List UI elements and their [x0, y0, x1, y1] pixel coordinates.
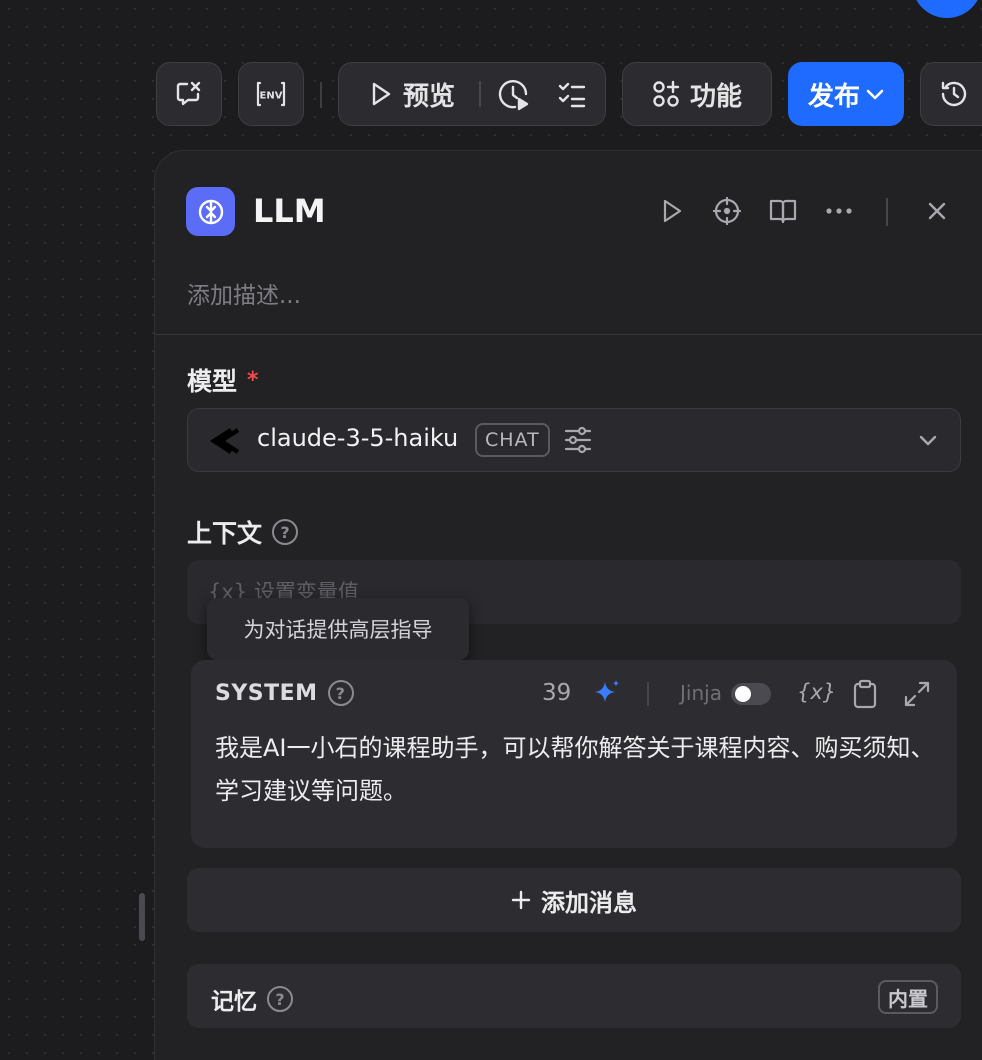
- expand-icon[interactable]: [903, 680, 931, 708]
- preview-group: 预览: [338, 62, 606, 126]
- memory-section[interactable]: [187, 964, 961, 1028]
- publish-button[interactable]: 发布: [788, 62, 904, 126]
- system-divider: [647, 682, 649, 706]
- run-node-button[interactable]: [655, 194, 689, 228]
- context-label-text: 上下文: [187, 519, 263, 548]
- model-settings-icon[interactable]: [563, 426, 593, 454]
- anthropic-logo-icon: [209, 428, 240, 454]
- llm-node-icon: [186, 187, 235, 236]
- features-icon: [653, 80, 680, 107]
- add-message-label: 添加消息: [541, 888, 637, 917]
- node-title[interactable]: LLM: [253, 192, 326, 230]
- environment-variables-button[interactable]: ENV: [238, 62, 304, 126]
- toolbar-divider: [320, 82, 322, 108]
- model-label-text: 模型: [187, 367, 238, 396]
- memory-builtin-badge: 内置: [878, 980, 938, 1014]
- history-icon: [941, 81, 967, 107]
- preview-button[interactable]: 预览: [339, 76, 455, 113]
- system-role-label: SYSTEM ?: [215, 680, 354, 706]
- conversation-variables-button[interactable]: [156, 62, 222, 126]
- docs-button[interactable]: [766, 194, 800, 228]
- model-mode-badge: CHAT: [475, 423, 550, 457]
- chevron-down-icon: [866, 89, 884, 100]
- locate-node-button[interactable]: [710, 194, 744, 228]
- required-mark: *: [247, 367, 259, 393]
- system-prompt-text[interactable]: 我是AI一小石的课程助手，可以帮你解答关于课程内容、购买须知、学习建议等问题。: [215, 727, 935, 813]
- sparkle-icon[interactable]: [591, 678, 623, 710]
- header-divider-line: [155, 334, 982, 335]
- crosshair-icon: [712, 196, 742, 226]
- system-tooltip: 为对话提供高层指导: [207, 598, 469, 660]
- publish-label: 发布: [807, 81, 860, 112]
- close-panel-button[interactable]: [920, 194, 954, 228]
- help-icon[interactable]: ?: [267, 986, 293, 1012]
- memory-label: 记忆 ?: [211, 982, 293, 1016]
- play-icon: [663, 199, 682, 223]
- chevron-down-icon[interactable]: [919, 434, 937, 446]
- more-horizontal-icon: [826, 208, 852, 214]
- features-label: 功能: [689, 81, 742, 112]
- brain-icon: [198, 199, 223, 224]
- add-message-button[interactable]: 添加消息: [187, 868, 961, 932]
- insert-variable-button[interactable]: {x}: [797, 680, 836, 704]
- checklist-icon: [558, 82, 586, 108]
- book-open-icon: [769, 199, 797, 224]
- user-avatar[interactable]: [912, 0, 982, 18]
- header-divider: [886, 198, 888, 226]
- node-description-input[interactable]: 添加描述...: [187, 276, 301, 310]
- model-label: 模型 *: [187, 362, 259, 398]
- token-count: 39: [542, 680, 572, 706]
- clock-play-icon: [498, 79, 529, 111]
- model-name: claude-3-5-haiku: [257, 424, 459, 452]
- jinja-toggle[interactable]: [731, 683, 771, 705]
- env-icon: ENV: [256, 81, 286, 107]
- help-icon[interactable]: ?: [327, 680, 354, 706]
- preview-divider: [479, 81, 481, 107]
- play-icon: [372, 82, 391, 106]
- chat-variable-icon: [176, 81, 201, 106]
- memory-label-text: 记忆: [211, 989, 257, 1015]
- run-history-button[interactable]: [497, 78, 531, 112]
- more-options-button[interactable]: [822, 194, 856, 228]
- features-button[interactable]: 功能: [622, 62, 772, 126]
- plus-icon: [511, 890, 531, 910]
- system-role-text: SYSTEM: [215, 680, 318, 706]
- clipboard-icon[interactable]: [852, 679, 878, 709]
- preview-label: 预览: [403, 81, 456, 112]
- jinja-label: Jinja: [680, 681, 722, 705]
- checklist-button[interactable]: [557, 80, 587, 110]
- context-label: 上下文 ?: [187, 514, 299, 550]
- canvas-scrollbar[interactable]: [139, 893, 145, 941]
- svg-text:ENV: ENV: [260, 91, 283, 102]
- close-icon: [928, 202, 946, 220]
- version-history-button[interactable]: [920, 62, 982, 126]
- help-icon[interactable]: ?: [272, 519, 299, 545]
